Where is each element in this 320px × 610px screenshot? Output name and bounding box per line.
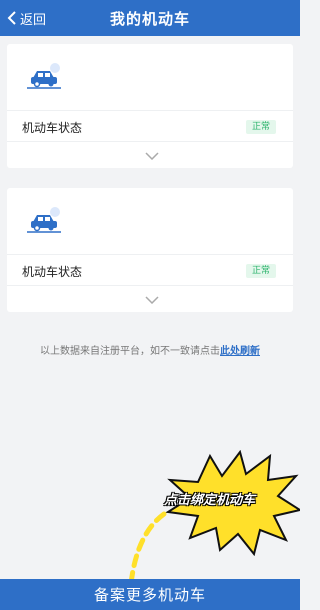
- vehicle-status-label: 机动车状态: [22, 121, 83, 135]
- notice-text: 以上数据来自注册平台，如不一致请点击: [40, 346, 220, 357]
- vehicle-status-row: 机动车状态 正常: [7, 254, 293, 286]
- vehicle-card[interactable]: 机动车状态 正常: [7, 44, 293, 168]
- back-button[interactable]: 返回: [6, 0, 46, 36]
- status-badge: 正常: [245, 264, 276, 278]
- header-bar: 返回 我的机动车: [0, 0, 300, 36]
- back-label: 返回: [20, 12, 47, 28]
- data-source-notice: 以上数据来自注册平台，如不一致请点击此处刷新: [0, 342, 300, 357]
- car-icon: [27, 63, 61, 89]
- page-title: 我的机动车: [109, 9, 190, 28]
- vehicle-card[interactable]: 机动车状态 正常: [7, 188, 293, 312]
- callout-text: 点击绑定机动车: [164, 493, 256, 508]
- car-icon: [27, 207, 61, 233]
- vehicle-status-label: 机动车状态: [22, 265, 83, 279]
- chevron-down-icon[interactable]: [145, 296, 159, 304]
- chevron-left-icon: [7, 11, 16, 25]
- refresh-link[interactable]: 此处刷新: [220, 346, 260, 357]
- vehicle-status-row: 机动车状态 正常: [7, 110, 293, 142]
- chevron-down-icon[interactable]: [145, 152, 159, 160]
- status-badge: 正常: [245, 120, 276, 134]
- register-more-vehicles-button[interactable]: 备案更多机动车: [0, 579, 300, 610]
